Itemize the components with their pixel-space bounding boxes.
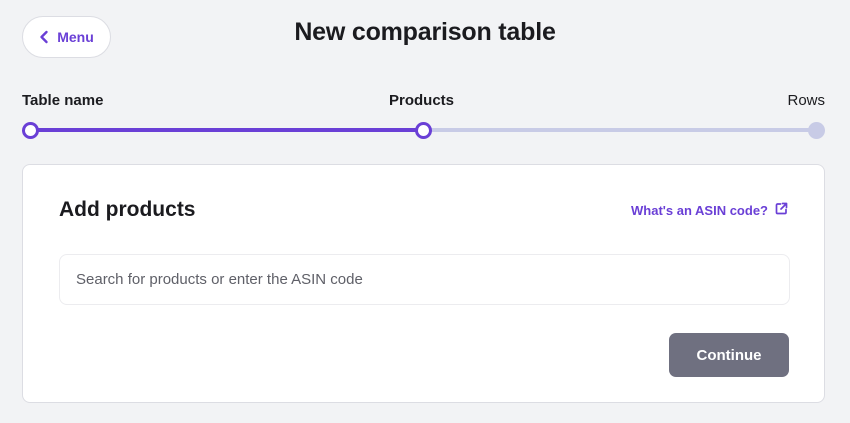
step-marker-rows: [808, 122, 825, 139]
step-label-rows: Rows: [787, 92, 825, 109]
product-search-input[interactable]: [59, 254, 790, 305]
progress-fill: [30, 128, 424, 132]
add-products-card: Add products What's an ASIN code? Contin…: [22, 164, 825, 403]
step-marker-table-name: [22, 122, 39, 139]
asin-help-link-label: What's an ASIN code?: [631, 202, 768, 218]
asin-help-link[interactable]: What's an ASIN code?: [631, 202, 788, 218]
step-label-table-name: Table name: [22, 92, 104, 109]
page: Menu New comparison table Table name Pro…: [0, 0, 850, 423]
continue-button[interactable]: Continue: [669, 333, 789, 377]
card-title: Add products: [59, 198, 196, 221]
step-marker-products: [415, 122, 432, 139]
external-link-icon: [775, 202, 788, 218]
step-label-products: Products: [389, 92, 455, 109]
page-title: New comparison table: [294, 18, 556, 46]
